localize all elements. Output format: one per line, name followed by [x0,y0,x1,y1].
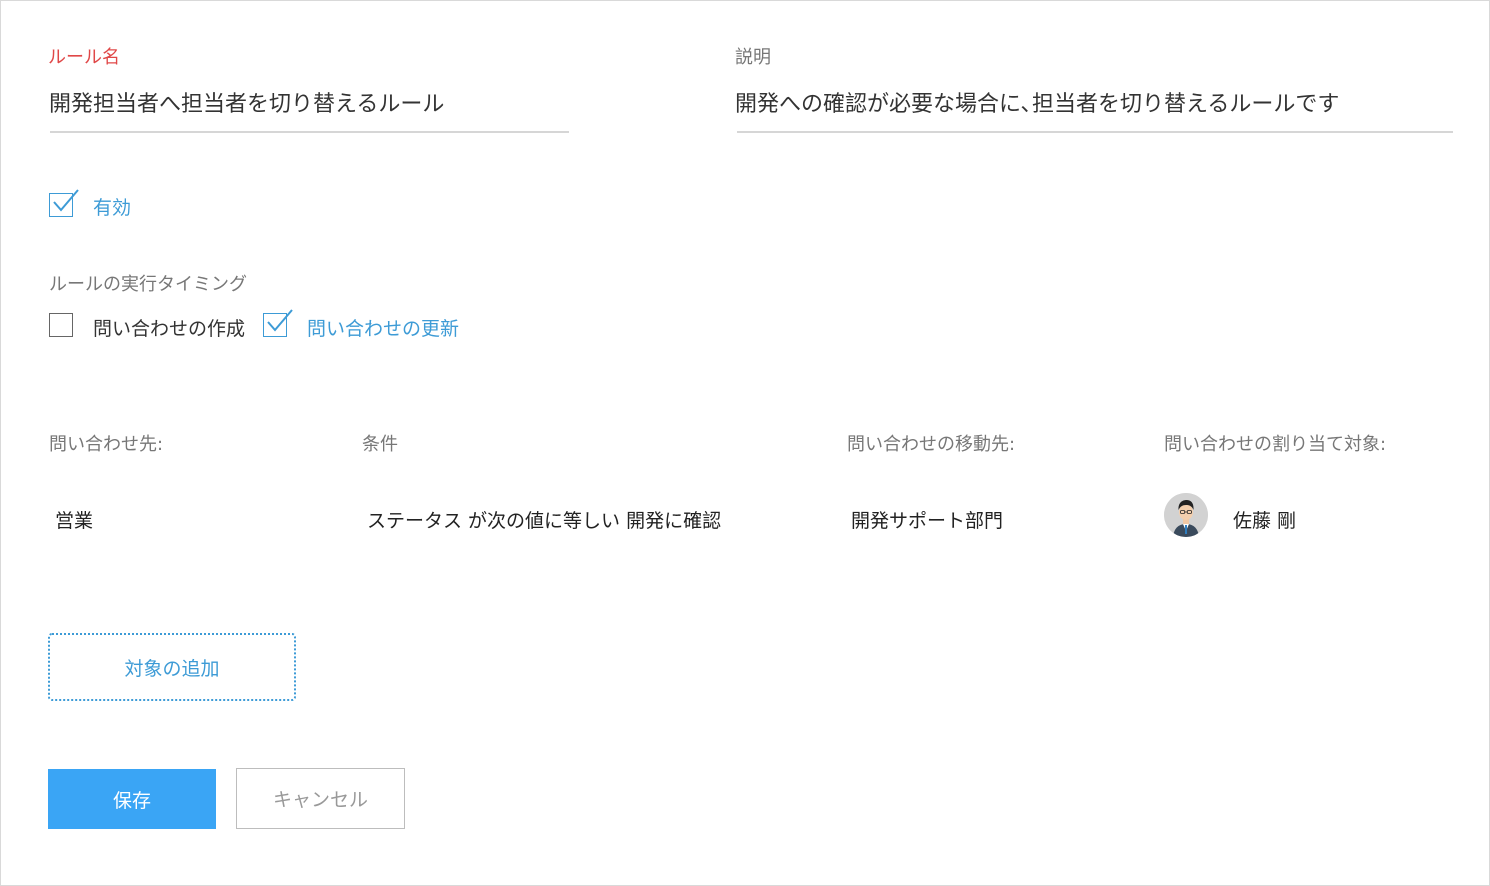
rule-name-label: ルール名 [48,47,120,68]
timing-update-label[interactable]: 問い合わせの更新 [307,314,459,341]
header-assignee: 問い合わせの割り当て対象: [1164,434,1387,455]
timing-update-checkbox[interactable] [263,309,293,337]
row-destination: 営業 [55,510,94,532]
save-button[interactable]: 保存 [48,769,216,829]
cancel-button[interactable]: キャンセル [236,768,405,829]
header-condition: 条件 [362,434,398,455]
person-avatar-icon [1164,493,1208,537]
rule-name-input[interactable] [47,85,569,119]
header-destination: 問い合わせ先: [49,434,164,455]
row-move-to: 開発サポート部門 [851,510,1004,532]
checkmark-icon [267,309,293,332]
add-target-button[interactable]: 対象の追加 [48,633,296,701]
description-underline [737,131,1453,133]
enabled-checkbox[interactable] [49,189,79,217]
enabled-label[interactable]: 有効 [93,193,131,220]
timing-create-label[interactable]: 問い合わせの作成 [93,314,245,341]
rule-name-underline [50,131,569,133]
timing-label: ルールの実行タイミング [49,274,247,295]
timing-create-checkbox[interactable] [49,313,73,337]
row-assignee-name: 佐藤 剛 [1233,510,1297,532]
checkmark-icon [53,189,79,212]
row-condition: ステータス が次の値に等しい 開発に確認 [367,510,722,532]
description-label: 説明 [735,47,771,68]
rule-editor-panel: ルール名 説明 有効 ルールの実行タイミング 問い合わせの作成 問い合わせの更新… [0,0,1490,886]
description-input[interactable] [733,85,1453,119]
header-move-to: 問い合わせの移動先: [847,434,1016,455]
